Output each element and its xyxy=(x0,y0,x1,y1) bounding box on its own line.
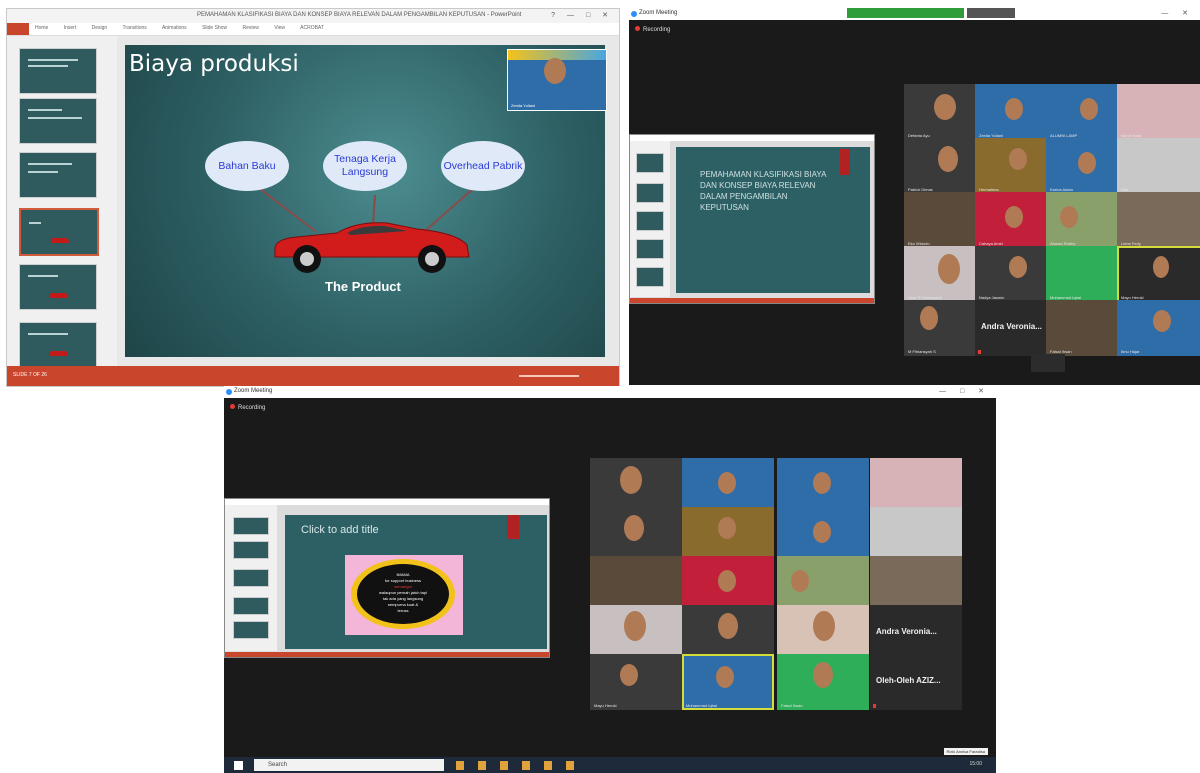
muted-mic-icon xyxy=(873,704,876,708)
ppt-window-controls[interactable]: ? — □ ✕ xyxy=(551,11,613,19)
participant-tile[interactable]: Andra Veronia... xyxy=(870,605,962,661)
participant-tile[interactable]: Liebe Ferly xyxy=(870,556,962,612)
slide-thumbnail-selected[interactable] xyxy=(19,208,99,256)
bubble-bahan-baku: Bahan Baku xyxy=(205,141,289,191)
presenter-avatar xyxy=(544,58,566,84)
ribbon-tab[interactable]: ACROBAT xyxy=(300,25,324,31)
participant-tile[interactable]: Zenita Yuliani xyxy=(682,458,774,514)
participant-tile[interactable]: Ella xyxy=(1117,138,1200,194)
mini-slide-title: Click to add title xyxy=(301,524,379,536)
mini-slide-text: PEMAHAMAN KLASIFIKASI BIAYA DAN KONSEP B… xyxy=(700,170,826,212)
zoom-window-title: Zoom Meeting xyxy=(234,388,273,394)
zoom-titlebar: Zoom Meeting — □ ✕ xyxy=(224,386,996,398)
shared-screen[interactable]: Click to add title IMAMA for support bus… xyxy=(224,498,550,658)
meeting-control-button[interactable] xyxy=(1031,354,1065,372)
powerpoint-window: PEMAHAMAN KLASIFIKASI BIAYA DAN KONSEP B… xyxy=(6,8,620,387)
participant-tile[interactable]: Ibnu Hajar xyxy=(1117,300,1200,356)
slide-thumbnail[interactable] xyxy=(19,152,97,198)
windows-start-icon[interactable] xyxy=(234,761,243,770)
ribbon-tab[interactable]: View xyxy=(274,25,285,31)
motivation-poster-image: IMAMA for support business semangat wala… xyxy=(345,555,463,635)
taskbar-search-box[interactable]: Search xyxy=(254,759,444,771)
participant-name-label: Andra Veronia... xyxy=(981,322,1042,331)
participant-tile[interactable]: Cahaya Amel xyxy=(682,556,774,612)
participant-tile[interactable]: Desi Tri Damayanti xyxy=(590,605,682,661)
participant-tile[interactable]: Nadya Jasmin xyxy=(682,605,774,661)
ppt-file-tab[interactable] xyxy=(7,23,29,35)
zoom-window-bottom: Zoom Meeting — □ ✕ Recording Click to ad… xyxy=(224,386,996,773)
slide-thumbnail[interactable] xyxy=(19,98,97,144)
poster-line: teruss xyxy=(397,608,409,613)
ppt-titlebar: PEMAHAMAN KLASIFIKASI BIAYA DAN KONSEP B… xyxy=(7,9,619,23)
ppt-status-bar: SLIDE 7 OF 26 xyxy=(7,366,619,386)
shared-screen[interactable]: PEMAHAMAN KLASIFIKASI BIAYA DAN KONSEP B… xyxy=(629,134,875,304)
taskbar-app-icons[interactable] xyxy=(456,761,576,770)
participant-tile-active-speaker[interactable]: Mayu Heroki xyxy=(1117,246,1200,302)
ppt-ribbon: Home Insert Design Transitions Animation… xyxy=(7,23,619,36)
participant-name-label: Oleh-Oleh AZIZ... xyxy=(876,676,941,685)
participant-tile[interactable]: M Fitriansyah S xyxy=(777,605,869,661)
stop-share-button[interactable] xyxy=(967,8,1015,18)
muted-mic-icon xyxy=(978,350,981,354)
zoom-app-icon xyxy=(226,389,232,395)
presenter-name: Zenita Yuliani xyxy=(511,103,535,108)
recording-indicator: Recording xyxy=(230,404,265,411)
recording-indicator: Recording xyxy=(635,26,670,33)
screen-share-banner[interactable] xyxy=(847,8,964,18)
windows-taskbar: Search 15:00 xyxy=(224,757,996,773)
ppt-document-title: PEMAHAMAN KLASIFIKASI BIAYA DAN KONSEP B… xyxy=(197,12,522,18)
ribbon-tab[interactable]: Transitions xyxy=(123,25,147,31)
zoom-window-controls[interactable]: — ✕ xyxy=(1161,9,1194,17)
zoom-window-top: Zoom Meeting — ✕ Recording PEMAHAMAN KLA… xyxy=(629,8,1200,385)
participant-tile[interactable]: Hermalena xyxy=(682,507,774,563)
presenter-video-overlay[interactable]: Zenita Yuliani xyxy=(507,49,607,111)
participant-tile[interactable]: ALUMNI LAMP xyxy=(777,458,869,514)
participant-tile[interactable]: Oleh-Oleh AZIZ... xyxy=(870,654,962,710)
slide-thumbnail-pane xyxy=(7,36,117,368)
zoom-window-title: Zoom Meeting xyxy=(639,10,678,16)
recording-label: Recording xyxy=(643,27,671,33)
ribbon-tab[interactable]: Insert xyxy=(64,25,77,31)
participant-tile[interactable]: Patrick Dimas xyxy=(590,507,682,563)
ribbon-tab[interactable]: Review xyxy=(242,25,258,31)
product-label: The Product xyxy=(325,279,401,294)
ribbon-tab[interactable]: Design xyxy=(92,25,108,31)
participant-tile[interactable]: Liebe Ferly xyxy=(1117,192,1200,248)
participant-tile[interactable]: Ella xyxy=(870,507,962,563)
participant-tile[interactable]: Ahmad Robby xyxy=(777,556,869,612)
zoom-slider[interactable] xyxy=(519,375,579,377)
slide-thumbnail[interactable] xyxy=(19,48,97,94)
hover-tooltip: Rizki Annisa Faradisa xyxy=(943,748,988,755)
recording-label: Recording xyxy=(238,405,266,411)
participant-tile[interactable]: Defanta Ayu xyxy=(590,458,682,514)
bubble-overhead: Overhead Pabrik xyxy=(441,141,525,191)
ppt-ribbon-tabs: Home Insert Design Transitions Animation… xyxy=(35,25,338,31)
zoom-app-icon xyxy=(631,11,637,17)
participant-tile[interactable]: Faisal Ihsan xyxy=(777,654,869,710)
participant-tile[interactable]: Mayu Heroki xyxy=(590,654,682,710)
record-dot-icon xyxy=(230,404,235,409)
participant-name-label: Andra Veronia... xyxy=(876,627,937,636)
slide-count: SLIDE 7 OF 26 xyxy=(13,372,47,378)
participant-tile-active-speaker[interactable]: Muhammad Iqbal xyxy=(682,654,774,710)
system-clock[interactable]: 15:00 xyxy=(969,761,982,767)
red-car-image xyxy=(274,222,470,273)
zoom-window-controls[interactable]: — □ ✕ xyxy=(939,387,990,395)
participant-tile[interactable]: Eko Widodo xyxy=(590,556,682,612)
ribbon-tab[interactable]: Home xyxy=(35,25,48,31)
ribbon-tab[interactable]: Animations xyxy=(162,25,187,31)
ribbon-tab[interactable]: Slide Show xyxy=(202,25,227,31)
participant-tile[interactable]: Nurul Huda xyxy=(1117,84,1200,140)
slide-thumbnail[interactable] xyxy=(19,264,97,310)
bubble-tenaga-kerja: Tenaga Kerja Langsung xyxy=(323,141,407,191)
participant-tile[interactable]: Karina Adam xyxy=(777,507,869,563)
participant-tile[interactable]: Nurul Huda xyxy=(870,458,962,514)
slide-thumbnail[interactable] xyxy=(19,322,97,368)
record-dot-icon xyxy=(635,26,640,31)
